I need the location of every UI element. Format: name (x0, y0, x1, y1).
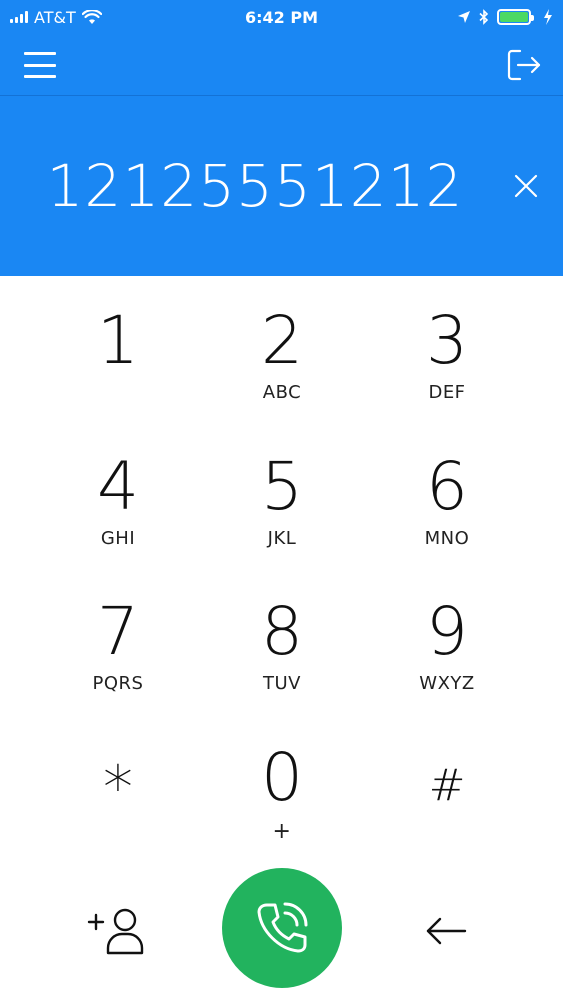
key-0[interactable]: 0 + (212, 713, 352, 845)
key-digit: 9 (426, 593, 468, 670)
key-letters: MNO (424, 528, 470, 549)
key-5[interactable]: 5 JKL (212, 422, 352, 552)
key-digit: 0 (261, 739, 303, 816)
signal-strength-icon (10, 11, 28, 23)
dialer-app: AT&T 6:42 PM 12125551212 1 2 ABC 3 DEF 4… (0, 0, 563, 1000)
key-digit: 6 (426, 448, 468, 525)
key-digit: * (103, 753, 133, 823)
number-display: 12125551212 (0, 96, 563, 276)
key-letters: + (272, 819, 292, 844)
call-button[interactable] (222, 868, 342, 988)
hamburger-menu-icon[interactable] (24, 52, 56, 78)
logout-icon[interactable] (506, 48, 542, 82)
wifi-icon (81, 9, 102, 24)
add-contact-icon[interactable] (86, 906, 148, 956)
key-letters: GHI (100, 528, 136, 549)
charging-bolt-icon (544, 9, 552, 25)
key-digit: 3 (426, 302, 468, 379)
key-letters: DEF (428, 382, 466, 403)
key-digit: 4 (97, 448, 139, 525)
key-8[interactable]: 8 TUV (212, 567, 352, 697)
app-toolbar (0, 34, 563, 96)
dialed-number: 12125551212 (46, 152, 464, 220)
key-digit: 1 (97, 302, 139, 379)
key-digit: 5 (261, 448, 303, 525)
status-left: AT&T (10, 8, 102, 27)
status-bar: AT&T 6:42 PM (0, 0, 563, 34)
key-letters: WXYZ (419, 673, 475, 694)
key-digit: # (428, 760, 466, 811)
key-digit: 8 (261, 593, 303, 670)
keypad: 1 2 ABC 3 DEF 4 GHI 5 JKL 6 MNO 7 PQRS 8 (0, 276, 563, 856)
key-2[interactable]: 2 ABC (212, 276, 352, 406)
key-letters: PQRS (92, 673, 144, 694)
key-letters: JKL (267, 528, 297, 549)
key-3[interactable]: 3 DEF (377, 276, 517, 406)
key-9[interactable]: 9 WXYZ (377, 567, 517, 697)
key-digit: 2 (261, 302, 303, 379)
key-hash[interactable]: # (377, 713, 517, 843)
key-letters: ABC (262, 382, 302, 403)
key-6[interactable]: 6 MNO (377, 422, 517, 552)
key-4[interactable]: 4 GHI (48, 422, 188, 552)
carrier-label: AT&T (34, 7, 76, 27)
key-1[interactable]: 1 (48, 276, 188, 406)
close-icon[interactable] (512, 172, 540, 200)
status-right (457, 9, 553, 25)
key-7[interactable]: 7 PQRS (48, 567, 188, 697)
key-star[interactable]: * (48, 713, 188, 843)
battery-icon (497, 9, 534, 25)
key-digit: 7 (97, 593, 139, 670)
phone-icon (257, 902, 308, 953)
arrow-left-icon[interactable] (424, 914, 468, 948)
bluetooth-icon (479, 9, 489, 25)
location-arrow-icon (458, 11, 470, 23)
key-letters: TUV (263, 673, 301, 694)
